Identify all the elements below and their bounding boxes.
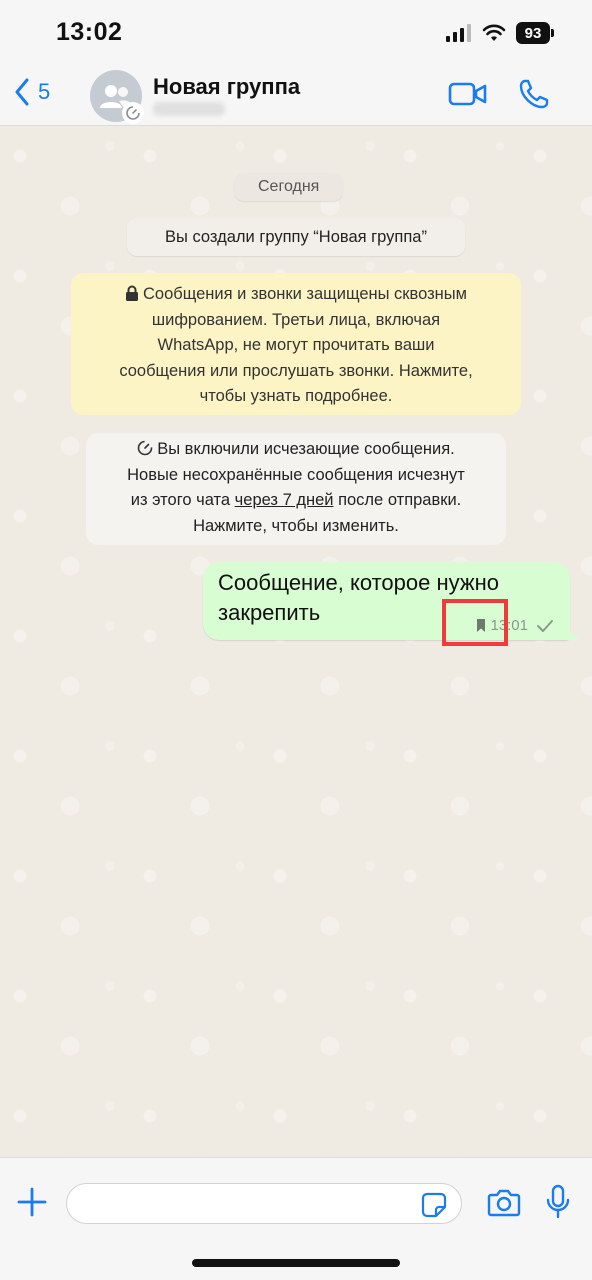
system-message: Вы создали группу “Новая группа” (127, 218, 465, 256)
sticker-icon (421, 1192, 447, 1218)
encryption-notice[interactable]: Сообщения и звонки защищены сквозным шиф… (71, 273, 521, 415)
chat-area[interactable]: Сегодня Вы создали группу “Новая группа”… (0, 126, 592, 1157)
camera-icon (487, 1189, 521, 1217)
disappearing-timer-badge (122, 102, 144, 124)
back-button[interactable]: 5 (14, 78, 50, 106)
outgoing-message-bubble[interactable]: Сообщение, которое нужно закрепить 13:01 (203, 562, 579, 640)
highlight-annotation-box (442, 599, 508, 646)
check-icon (537, 619, 553, 632)
message-composer (0, 1157, 592, 1280)
microphone-icon (546, 1184, 570, 1219)
status-time: 13:02 (56, 18, 123, 46)
chevron-left-icon (15, 78, 29, 106)
disappearing-text-3b: после отправки. (333, 491, 462, 509)
chat-subtitle-blurred (153, 102, 225, 116)
status-icons: 93 (446, 22, 554, 44)
encryption-text-3: WhatsApp, не могут прочитать ваши (157, 336, 435, 354)
disappearing-text-2: Новые несохранённые сообщения исчезнут (127, 465, 465, 484)
plus-icon (17, 1187, 47, 1217)
chat-header: 5 Новая группа (0, 66, 592, 126)
disappearing-line-3: из этого чата через 7 дней после отправк… (96, 488, 496, 514)
disappearing-messages-notice[interactable]: Вы включили исчезающие сообщения. Новые … (86, 433, 506, 545)
encryption-text-4: сообщения или прослушать звонки. Нажмите… (119, 361, 473, 380)
battery-indicator: 93 (516, 22, 554, 44)
message-input[interactable] (66, 1183, 462, 1224)
date-divider: Сегодня (234, 173, 344, 201)
video-camera-icon (448, 82, 487, 106)
video-call-button[interactable] (448, 80, 488, 113)
timer-icon (137, 440, 153, 456)
microphone-button[interactable] (546, 1184, 570, 1225)
sticker-button[interactable] (421, 1192, 447, 1223)
encryption-line-1: Сообщения и звонки защищены сквозным (87, 282, 505, 308)
unread-chats-count: 5 (38, 79, 51, 104)
disappearing-text-3a: из этого чата (130, 491, 235, 509)
cellular-signal-icon (446, 24, 471, 42)
status-bar: 13:02 93 (0, 0, 592, 66)
disappearing-text-4: Нажмите, чтобы изменить. (193, 516, 399, 535)
home-indicator[interactable] (192, 1259, 400, 1267)
chat-title[interactable]: Новая группа (153, 74, 300, 100)
wifi-icon (482, 24, 506, 41)
encryption-text-5: чтобы узнать подробнее. (199, 387, 393, 405)
encryption-text-1: Сообщения и звонки защищены сквозным (143, 285, 467, 303)
group-avatar[interactable] (90, 70, 144, 124)
lock-icon (126, 285, 139, 301)
encryption-text-2: шифрованием. Третьи лица, включая (151, 310, 441, 329)
phone-icon (519, 79, 549, 109)
disappearing-text-1: Вы включили исчезающие сообщения. (157, 440, 455, 458)
camera-button[interactable] (487, 1187, 521, 1222)
disappearing-duration-link[interactable]: через 7 дней (235, 491, 334, 509)
voice-call-button[interactable] (518, 78, 550, 115)
disappearing-line-1: Вы включили исчезающие сообщения. (96, 437, 496, 463)
timer-icon (126, 106, 140, 120)
attach-button[interactable] (16, 1186, 48, 1223)
